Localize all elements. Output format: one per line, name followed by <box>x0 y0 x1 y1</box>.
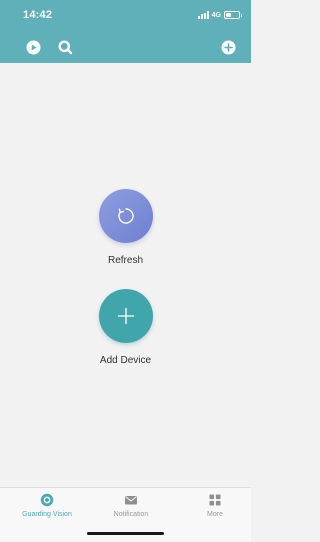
home-indicator <box>87 532 164 535</box>
tab-label: More <box>207 511 223 518</box>
toolbar <box>0 36 251 60</box>
battery-icon <box>224 11 242 19</box>
tab-notification[interactable]: Notification <box>89 493 173 518</box>
tab-label: Guarding Vision <box>22 511 72 518</box>
search-icon[interactable] <box>58 40 73 55</box>
refresh-icon <box>117 208 134 224</box>
refresh-button[interactable] <box>98 189 153 243</box>
add-device-button[interactable] <box>98 289 153 343</box>
play-icon[interactable] <box>26 40 41 55</box>
header: 14:42 4G <box>0 0 251 63</box>
refresh-section: Refresh <box>0 189 251 266</box>
mail-icon <box>125 496 137 505</box>
signal-icon <box>197 11 209 19</box>
add-icon[interactable] <box>221 40 236 55</box>
add-device-label: Add Device <box>99 355 152 366</box>
status-time: 14:42 <box>23 9 53 21</box>
status-bar: 14:42 4G <box>0 0 251 28</box>
tab-more[interactable]: More <box>173 493 257 518</box>
refresh-label: Refresh <box>107 255 143 266</box>
tab-label: Notification <box>113 511 149 518</box>
tab-guarding-vision[interactable]: Guarding Vision <box>5 493 89 518</box>
status-indicators: 4G <box>197 10 242 20</box>
grid-icon <box>209 494 221 506</box>
add-device-section: Add Device <box>0 289 251 366</box>
plus-icon <box>117 307 134 325</box>
camera-icon <box>40 493 54 507</box>
network-type: 4G <box>211 11 221 19</box>
main-content: Refresh Add Device <box>0 63 251 487</box>
